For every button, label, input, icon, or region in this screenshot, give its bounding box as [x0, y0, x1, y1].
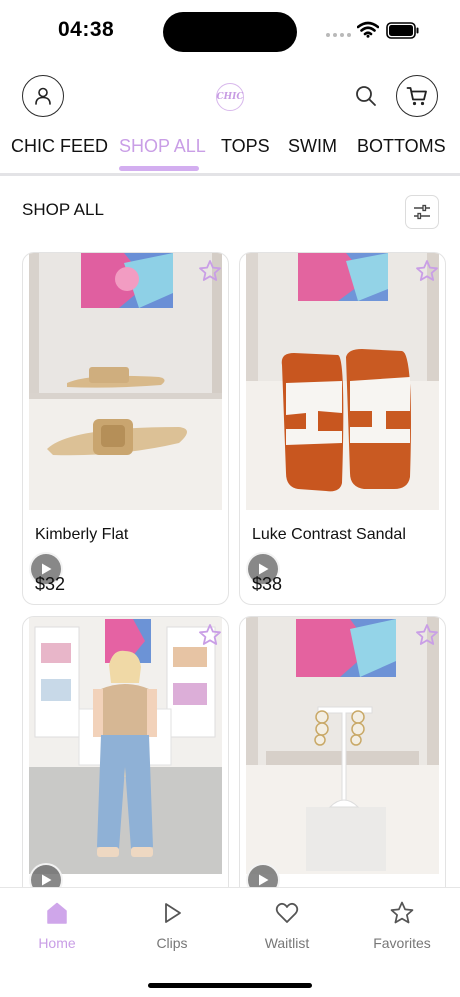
favorite-star-icon[interactable] — [198, 623, 222, 647]
tab-bottoms[interactable]: BOTTOMS — [357, 136, 446, 157]
dynamic-island — [163, 12, 297, 52]
product-price: $32 — [35, 574, 66, 594]
product-image-earrings[interactable] — [246, 617, 439, 874]
product-price: $38 — [252, 574, 283, 594]
home-icon — [47, 902, 67, 924]
product-image-model[interactable] — [29, 617, 222, 874]
home-indicator[interactable] — [148, 983, 312, 988]
heart-icon — [275, 902, 299, 923]
tab-chic-feed[interactable]: CHIC FEED — [11, 136, 108, 157]
product-name[interactable]: Luke Contrast Sandal — [252, 526, 406, 544]
tab-favorites[interactable]: Favorites — [357, 900, 447, 951]
app-header: CHIC — [0, 62, 460, 130]
tab-waitlist[interactable]: Waitlist — [242, 900, 332, 951]
product-name[interactable]: Kimberly Flat — [35, 526, 128, 544]
play-icon — [165, 903, 181, 923]
search-icon[interactable] — [354, 84, 378, 108]
battery-icon — [386, 22, 419, 39]
product-card[interactable]: Luke Contrast Sandal $38 — [239, 252, 446, 605]
play-icon — [259, 874, 269, 886]
bottom-tab-bar: Home Clips Waitlist Favorites — [0, 887, 460, 997]
tab-clips[interactable]: Clips — [127, 900, 217, 951]
tab-shop-all[interactable]: SHOP ALL — [119, 136, 206, 157]
tab-waitlist-label: Waitlist — [264, 935, 310, 951]
wifi-icon — [357, 21, 379, 38]
star-icon — [390, 901, 414, 924]
product-card[interactable]: Kimberly Flat $32 — [22, 252, 229, 605]
tab-home-label: Home — [38, 935, 76, 951]
tab-clips-label: Clips — [156, 935, 188, 951]
status-time: 04:38 — [58, 18, 115, 41]
tab-home[interactable]: Home — [12, 900, 102, 951]
cellular-signal-icon — [326, 33, 351, 37]
favorite-star-icon[interactable] — [415, 259, 439, 283]
section-title: SHOP ALL — [22, 200, 104, 219]
tab-favorites-label: Favorites — [373, 935, 431, 951]
product-card[interactable] — [22, 616, 229, 916]
filter-button[interactable] — [405, 195, 439, 229]
category-tabs: CHIC FEED SHOP ALL TOPS SWIM BOTTOMS — [0, 130, 460, 176]
sliders-icon — [414, 204, 430, 220]
product-image-luke-contrast-sandal[interactable] — [246, 253, 439, 510]
tab-swim[interactable]: SWIM — [288, 136, 337, 157]
favorite-star-icon[interactable] — [415, 623, 439, 647]
favorite-star-icon[interactable] — [198, 259, 222, 283]
status-bar: 04:38 — [0, 0, 460, 62]
product-image-kimberly-flat[interactable] — [29, 253, 222, 510]
active-tab-indicator — [119, 166, 199, 171]
play-icon — [42, 874, 52, 886]
cart-icon — [406, 87, 427, 106]
account-icon — [35, 87, 51, 105]
chic-logo[interactable]: CHIC — [216, 83, 244, 111]
account-button[interactable] — [22, 75, 64, 117]
tab-tops[interactable]: TOPS — [221, 136, 270, 157]
logo-text: CHIC — [216, 92, 244, 102]
product-card[interactable] — [239, 616, 446, 916]
cart-button[interactable] — [396, 75, 438, 117]
